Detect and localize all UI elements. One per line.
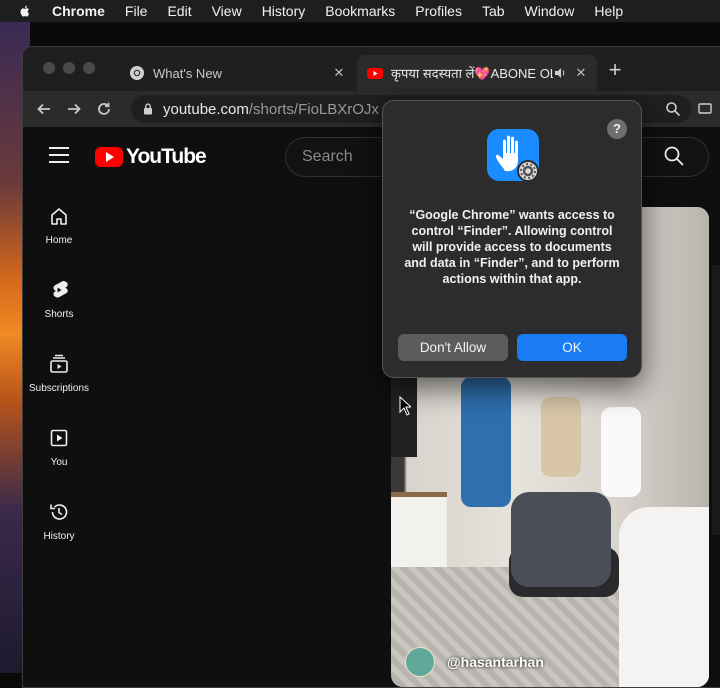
tab-title: What's New xyxy=(153,65,222,81)
channel-handle[interactable]: @hasantarhan xyxy=(447,654,544,670)
help-button[interactable]: ? xyxy=(607,119,627,139)
menu-icon[interactable] xyxy=(49,147,69,163)
toolbar-right xyxy=(665,101,713,117)
youtube-play-icon xyxy=(95,147,123,167)
menu-chrome[interactable]: Chrome xyxy=(52,3,105,19)
dialog-message: “Google Chrome” wants access to control … xyxy=(404,208,620,286)
dont-allow-button[interactable]: Don't Allow xyxy=(398,334,508,361)
tab-whats-new[interactable]: What's New ✕ xyxy=(119,55,355,91)
history-icon xyxy=(50,504,68,520)
menu-edit[interactable]: Edit xyxy=(167,3,191,19)
close-window-button[interactable] xyxy=(43,62,55,74)
menu-bookmarks[interactable]: Bookmarks xyxy=(325,3,395,19)
sidebar-item-subscriptions[interactable]: Subscriptions xyxy=(23,345,95,419)
menu-history[interactable]: History xyxy=(262,3,306,19)
youtube-logo[interactable]: YouTube xyxy=(95,145,207,169)
youtube-wordmark: YouTube xyxy=(126,145,207,168)
next-short-edge xyxy=(712,265,720,535)
sidebar-item-label: Subscriptions xyxy=(28,383,90,394)
sidebar-item-shorts[interactable]: Shorts xyxy=(23,271,95,345)
menu-bar: Chrome File Edit View History Bookmarks … xyxy=(0,0,720,22)
video-scene-sofa xyxy=(619,507,709,687)
sidebar-item-you[interactable]: You xyxy=(23,419,95,493)
menu-tab[interactable]: Tab xyxy=(482,3,505,19)
tab-title: कृपया सदस्यता लें💖ABONE OL xyxy=(391,66,553,81)
tab-youtube-shorts[interactable]: कृपया सदस्यता लें💖ABONE OL ✕ xyxy=(357,55,597,91)
menu-help[interactable]: Help xyxy=(594,3,623,19)
menu-file[interactable]: File xyxy=(125,3,148,19)
tab-strip: What's New ✕ कृपया सदस्यता लें💖ABONE OL … xyxy=(23,47,720,91)
back-arrow-icon[interactable] xyxy=(35,100,53,118)
apple-icon[interactable] xyxy=(18,3,34,19)
url-host: youtube.com xyxy=(163,100,249,118)
video-scene-tv xyxy=(391,377,417,457)
speaker-icon[interactable] xyxy=(553,66,567,80)
privacy-hand-icon xyxy=(485,127,541,183)
reload-icon[interactable] xyxy=(95,100,113,118)
chrome-icon xyxy=(129,65,145,81)
new-tab-button[interactable]: + xyxy=(605,59,625,81)
home-icon xyxy=(51,208,67,225)
video-scene-person xyxy=(541,397,581,477)
forward-arrow-icon[interactable] xyxy=(65,100,83,118)
url-text: youtube.com/shorts/FioLBXrOJx xyxy=(163,101,379,118)
subscriptions-icon xyxy=(50,354,68,373)
menu-view[interactable]: View xyxy=(212,3,242,19)
sidebar-item-history[interactable]: History xyxy=(23,493,95,567)
close-tab-icon[interactable]: ✕ xyxy=(331,65,347,81)
sidebar-item-home[interactable]: Home xyxy=(23,197,95,271)
menu-profiles[interactable]: Profiles xyxy=(415,3,462,19)
search-placeholder: Search xyxy=(302,148,353,165)
automation-permission-dialog: ? “Google Chrome” wants access to contro… xyxy=(382,100,642,378)
guide-sidebar: Home Shorts Subscriptions You History xyxy=(23,197,95,567)
video-scene-person xyxy=(461,377,511,507)
zoom-icon[interactable] xyxy=(665,101,681,117)
shorts-icon xyxy=(53,281,68,298)
cast-icon[interactable] xyxy=(697,101,713,117)
window-controls xyxy=(43,62,95,74)
menu-window[interactable]: Window xyxy=(525,3,575,19)
ok-button[interactable]: OK xyxy=(517,334,627,361)
search-icon[interactable] xyxy=(663,145,685,167)
sidebar-item-label: You xyxy=(50,457,68,468)
youtube-icon xyxy=(367,65,383,81)
video-scene-person xyxy=(511,492,611,587)
mouse-cursor-icon xyxy=(399,396,411,416)
site-info-icon[interactable] xyxy=(141,102,155,116)
zoom-window-button[interactable] xyxy=(83,62,95,74)
url-path: /shorts/FioLBXrOJx xyxy=(248,100,379,118)
sidebar-item-label: History xyxy=(43,531,75,542)
close-tab-icon[interactable]: ✕ xyxy=(573,65,589,81)
sidebar-item-label: Shorts xyxy=(44,309,74,320)
you-icon xyxy=(50,429,68,447)
video-scene-shelf xyxy=(391,492,447,567)
sidebar-item-label: Home xyxy=(45,235,73,246)
video-scene-person xyxy=(601,407,641,497)
minimize-window-button[interactable] xyxy=(63,62,75,74)
